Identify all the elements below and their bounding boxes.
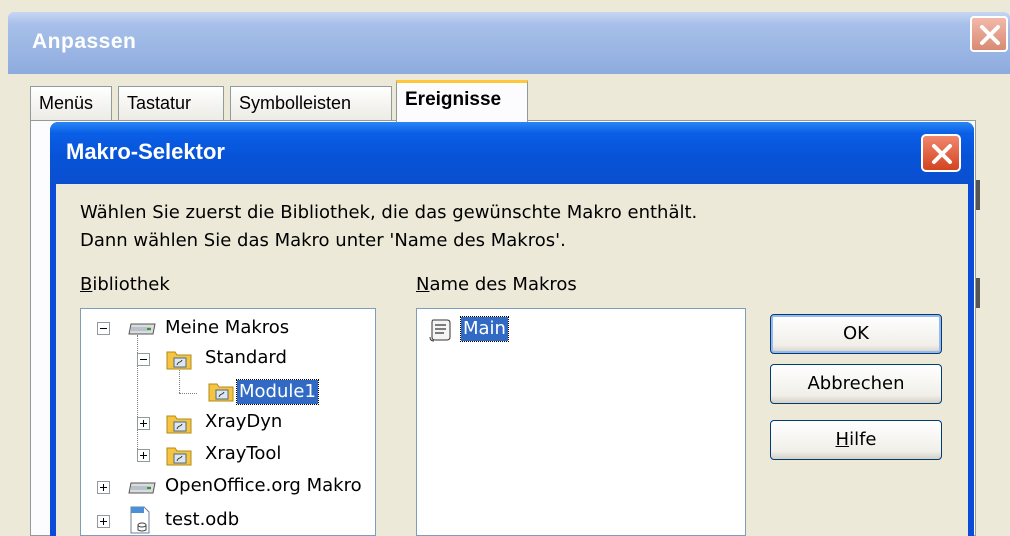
database-document-icon xyxy=(130,506,150,534)
basic-library-folder-icon xyxy=(166,415,192,434)
basic-library-folder-icon xyxy=(166,447,192,466)
customize-title-bar[interactable]: Anpassen xyxy=(8,12,1010,74)
collapse-toggle[interactable] xyxy=(97,322,110,335)
basic-library-folder-icon xyxy=(166,351,192,370)
macro-selector-close-button[interactable] xyxy=(921,134,961,172)
expand-toggle[interactable] xyxy=(97,481,110,494)
customize-close-button[interactable] xyxy=(970,16,1008,52)
tree-item-label[interactable]: Meine Makros xyxy=(163,316,291,340)
help-button[interactable]: Hilfe xyxy=(770,420,942,460)
macro-name-label: Name des Makros xyxy=(416,274,577,295)
collapse-toggle[interactable] xyxy=(137,353,150,366)
macro-name-list[interactable]: Main xyxy=(416,308,746,536)
hidden-control-edge xyxy=(976,278,980,308)
library-tree[interactable]: Meine Makros Standard Module1 XrayDyn Xr… xyxy=(80,308,376,536)
mnemonic: N xyxy=(416,274,430,295)
tab-keyboard[interactable]: Tastatur xyxy=(118,86,224,120)
tree-item-label[interactable]: XrayTool xyxy=(203,442,283,466)
basic-module-icon xyxy=(208,383,234,402)
library-container-icon xyxy=(128,482,156,494)
tree-connector xyxy=(179,393,197,394)
tree-item-label-selected[interactable]: Module1 xyxy=(236,379,319,405)
tree-item-label[interactable]: Standard xyxy=(203,346,289,370)
close-icon xyxy=(980,25,1000,45)
tab-label: Symbolleisten xyxy=(239,93,352,113)
macro-item-label-selected[interactable]: Main xyxy=(460,316,509,342)
intro-text-line-1: Wählen Sie zuerst die Bibliothek, die da… xyxy=(80,202,698,223)
customize-title: Anpassen xyxy=(32,30,137,53)
macro-selector-title: Makro-Selektor xyxy=(66,139,225,164)
mnemonic: H xyxy=(835,429,850,450)
tree-connector xyxy=(137,365,138,459)
mnemonic: B xyxy=(80,274,93,295)
library-container-icon xyxy=(128,323,156,335)
tab-toolbars[interactable]: Symbolleisten xyxy=(230,86,392,120)
tree-item-label[interactable]: XrayDyn xyxy=(203,410,284,434)
macro-scroll-icon xyxy=(429,319,451,342)
label-text: ibliothek xyxy=(92,274,170,295)
expand-toggle[interactable] xyxy=(137,417,150,430)
label-text: ame des Makros xyxy=(429,274,577,295)
button-label: Abbrechen xyxy=(807,373,905,394)
tab-label: Ereignisse xyxy=(405,89,502,110)
tab-menus[interactable]: Menüs xyxy=(30,86,112,120)
button-label: ilfe xyxy=(849,429,877,450)
tree-item-label[interactable]: test.odb xyxy=(163,508,241,532)
close-icon xyxy=(932,144,952,164)
library-label: Bibliothek xyxy=(80,274,170,295)
tab-label: Tastatur xyxy=(127,93,192,113)
cancel-button[interactable]: Abbrechen xyxy=(770,364,942,404)
intro-text-line-2: Dann wählen Sie das Makro unter 'Name de… xyxy=(80,230,566,251)
tab-label: Menüs xyxy=(39,93,94,113)
hidden-control-edge xyxy=(976,180,980,210)
expand-toggle[interactable] xyxy=(97,515,110,528)
tree-item-label[interactable]: OpenOffice.org Makro xyxy=(163,474,364,498)
tab-events[interactable]: Ereignisse xyxy=(396,80,528,122)
button-label: OK xyxy=(843,323,869,344)
ok-button[interactable]: OK xyxy=(770,314,942,354)
expand-toggle[interactable] xyxy=(137,449,150,462)
